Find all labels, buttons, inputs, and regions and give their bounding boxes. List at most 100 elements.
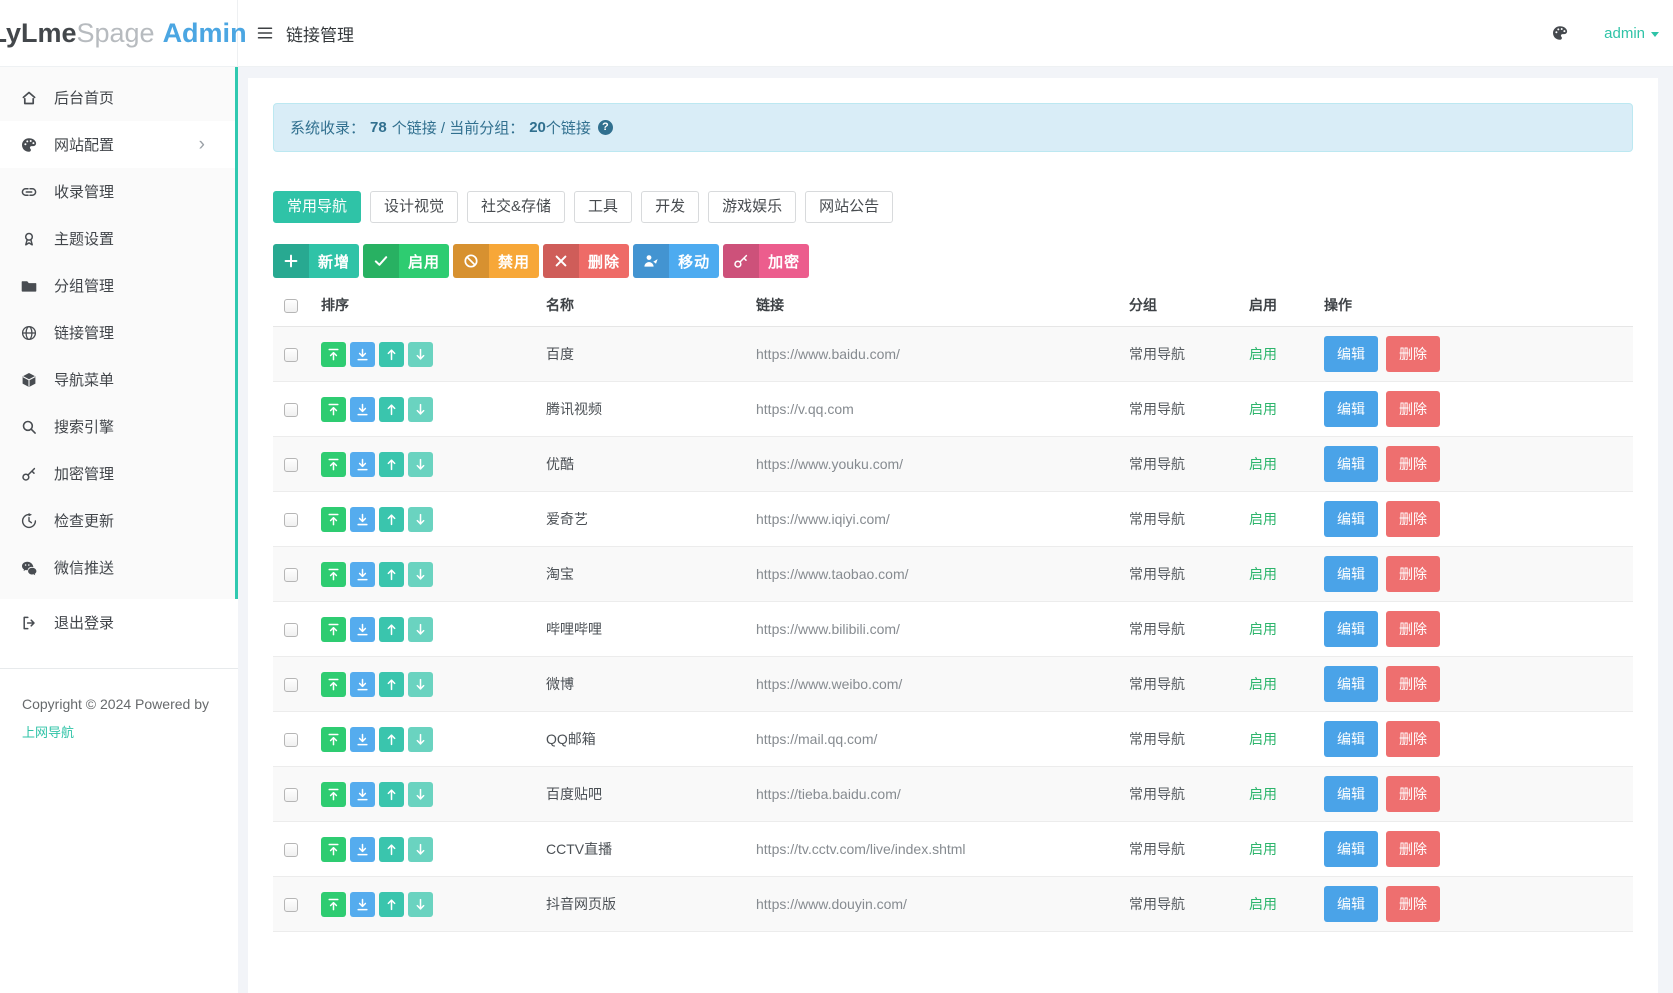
move-to-bottom-button[interactable] <box>350 782 375 807</box>
move-down-button[interactable] <box>408 892 433 917</box>
toolbar-add-button[interactable]: 新增 <box>273 244 359 278</box>
move-down-button[interactable] <box>408 782 433 807</box>
edit-button[interactable]: 编辑 <box>1324 556 1378 592</box>
move-up-button[interactable] <box>379 617 404 642</box>
row-checkbox[interactable] <box>284 568 298 582</box>
sidebar-item-dashboard[interactable]: 后台首页 <box>0 74 235 121</box>
move-up-button[interactable] <box>379 397 404 422</box>
move-to-bottom-button[interactable] <box>350 507 375 532</box>
move-down-button[interactable] <box>408 837 433 862</box>
move-to-bottom-button[interactable] <box>350 617 375 642</box>
move-down-button[interactable] <box>408 452 433 477</box>
edit-button[interactable]: 编辑 <box>1324 501 1378 537</box>
sidebar-item-logout[interactable]: 退出登录 <box>0 599 238 646</box>
row-checkbox[interactable] <box>284 678 298 692</box>
toolbar-move-button[interactable]: 移动 <box>633 244 719 278</box>
move-up-button[interactable] <box>379 452 404 477</box>
group-tab-0[interactable]: 常用导航 <box>273 191 361 223</box>
delete-button[interactable]: 删除 <box>1386 391 1440 427</box>
move-to-top-button[interactable] <box>321 892 346 917</box>
delete-button[interactable]: 删除 <box>1386 556 1440 592</box>
toolbar-enable-button[interactable]: 启用 <box>363 244 449 278</box>
move-up-button[interactable] <box>379 672 404 697</box>
move-to-top-button[interactable] <box>321 727 346 752</box>
move-to-bottom-button[interactable] <box>350 837 375 862</box>
move-to-top-button[interactable] <box>321 342 346 367</box>
row-checkbox[interactable] <box>284 733 298 747</box>
delete-button[interactable]: 删除 <box>1386 501 1440 537</box>
sidebar-item-search-engine[interactable]: 搜索引擎 <box>0 403 235 450</box>
edit-button[interactable]: 编辑 <box>1324 721 1378 757</box>
move-up-button[interactable] <box>379 342 404 367</box>
delete-button[interactable]: 删除 <box>1386 886 1440 922</box>
move-to-top-button[interactable] <box>321 837 346 862</box>
sidebar-item-collection[interactable]: 收录管理 <box>0 168 235 215</box>
move-down-button[interactable] <box>408 727 433 752</box>
edit-button[interactable]: 编辑 <box>1324 446 1378 482</box>
row-checkbox[interactable] <box>284 788 298 802</box>
edit-button[interactable]: 编辑 <box>1324 666 1378 702</box>
delete-button[interactable]: 删除 <box>1386 721 1440 757</box>
toolbar-disable-button[interactable]: 禁用 <box>453 244 539 278</box>
toolbar-encrypt-button[interactable]: 加密 <box>723 244 809 278</box>
powered-by-link[interactable]: 上网导航 <box>22 723 74 742</box>
delete-button[interactable]: 删除 <box>1386 776 1440 812</box>
group-tab-6[interactable]: 网站公告 <box>805 191 893 223</box>
group-tab-1[interactable]: 设计视觉 <box>370 191 458 223</box>
move-to-bottom-button[interactable] <box>350 452 375 477</box>
sidebar-item-check-update[interactable]: 检查更新 <box>0 497 235 544</box>
move-to-top-button[interactable] <box>321 452 346 477</box>
move-up-button[interactable] <box>379 507 404 532</box>
move-to-top-button[interactable] <box>321 562 346 587</box>
delete-button[interactable]: 删除 <box>1386 831 1440 867</box>
delete-button[interactable]: 删除 <box>1386 666 1440 702</box>
edit-button[interactable]: 编辑 <box>1324 611 1378 647</box>
group-tab-5[interactable]: 游戏娱乐 <box>708 191 796 223</box>
group-tab-2[interactable]: 社交&存储 <box>467 191 565 223</box>
row-checkbox[interactable] <box>284 458 298 472</box>
row-checkbox[interactable] <box>284 513 298 527</box>
help-icon[interactable]: ? <box>598 120 613 135</box>
move-up-button[interactable] <box>379 892 404 917</box>
move-up-button[interactable] <box>379 727 404 752</box>
sidebar-item-encryption[interactable]: 加密管理 <box>0 450 235 497</box>
user-dropdown[interactable]: admin <box>1604 25 1659 42</box>
move-down-button[interactable] <box>408 672 433 697</box>
sidebar-item-wechat-push[interactable]: 微信推送 <box>0 544 235 591</box>
edit-button[interactable]: 编辑 <box>1324 886 1378 922</box>
group-tab-3[interactable]: 工具 <box>574 191 632 223</box>
toolbar-delete-button[interactable]: 删除 <box>543 244 629 278</box>
move-up-button[interactable] <box>379 562 404 587</box>
move-to-bottom-button[interactable] <box>350 342 375 367</box>
delete-button[interactable]: 删除 <box>1386 611 1440 647</box>
move-to-top-button[interactable] <box>321 397 346 422</box>
edit-button[interactable]: 编辑 <box>1324 776 1378 812</box>
edit-button[interactable]: 编辑 <box>1324 831 1378 867</box>
move-down-button[interactable] <box>408 562 433 587</box>
select-all-checkbox[interactable] <box>284 299 298 313</box>
edit-button[interactable]: 编辑 <box>1324 336 1378 372</box>
move-down-button[interactable] <box>408 342 433 367</box>
delete-button[interactable]: 删除 <box>1386 336 1440 372</box>
theme-palette-icon[interactable] <box>1552 25 1568 41</box>
move-to-top-button[interactable] <box>321 782 346 807</box>
sidebar-item-site-config[interactable]: 网站配置› <box>0 121 235 168</box>
sidebar-item-nav-menu[interactable]: 导航菜单 <box>0 356 235 403</box>
move-down-button[interactable] <box>408 507 433 532</box>
move-to-top-button[interactable] <box>321 617 346 642</box>
row-checkbox[interactable] <box>284 843 298 857</box>
group-tab-4[interactable]: 开发 <box>641 191 699 223</box>
sidebar-toggle-icon[interactable] <box>257 25 273 41</box>
move-down-button[interactable] <box>408 617 433 642</box>
sidebar-item-links[interactable]: 链接管理 <box>0 309 235 356</box>
move-down-button[interactable] <box>408 397 433 422</box>
move-to-top-button[interactable] <box>321 672 346 697</box>
row-checkbox[interactable] <box>284 898 298 912</box>
row-checkbox[interactable] <box>284 623 298 637</box>
sidebar-item-theme[interactable]: 主题设置 <box>0 215 235 262</box>
move-to-top-button[interactable] <box>321 507 346 532</box>
move-to-bottom-button[interactable] <box>350 397 375 422</box>
sidebar-item-groups[interactable]: 分组管理 <box>0 262 235 309</box>
move-up-button[interactable] <box>379 837 404 862</box>
row-checkbox[interactable] <box>284 403 298 417</box>
